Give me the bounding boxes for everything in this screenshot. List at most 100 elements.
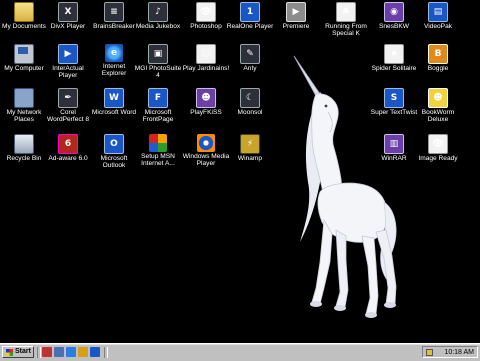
desktop-icon-videopak[interactable]: ▤ VideoPak	[414, 2, 462, 30]
desktop-icon-label: Premiere	[282, 23, 310, 30]
ie-icon: e	[105, 44, 123, 62]
adaware-icon: 6	[58, 134, 78, 154]
desktop-icon-label: Microsoft FrontPage	[142, 109, 174, 124]
bookworm-icon: ☻	[428, 88, 448, 108]
taskbar-separator	[37, 347, 41, 358]
desktop-icon-photosuite[interactable]: ▣ MGI PhotoSuite 4	[134, 44, 182, 80]
desktop-icon-label: Boggle	[427, 65, 449, 72]
desktop-icon-frontpage[interactable]: F Microsoft FrontPage	[134, 88, 182, 124]
desktop-icon-realone[interactable]: 1 RealOne Player	[226, 2, 274, 30]
desktop-icon-label: Corel WordPerfect 8	[46, 109, 90, 124]
desktop-icon-label: Recycle Bin	[6, 155, 42, 162]
folder-icon	[14, 2, 34, 22]
ie-quicklaunch-icon[interactable]	[66, 347, 76, 357]
desktop-icon-ie[interactable]: e Internet Explorer	[90, 44, 138, 78]
network-icon	[14, 88, 34, 108]
desktop-icon-label: PlayFKiSS	[190, 109, 222, 116]
desktop-icon-jardinains[interactable]: ☺ Play Jardinains!	[182, 44, 230, 72]
desktop-icon-label: Ad-aware 6.0	[48, 155, 88, 162]
desktop-icon-label: Media Jukebox	[135, 23, 181, 30]
puzzle-icon: ≡	[104, 2, 124, 22]
desktop-icon-network[interactable]: My Network Places	[0, 88, 48, 124]
imageready-icon: 👁	[428, 134, 448, 154]
desktop: My Documents X DivX Player ≡ BrainsBreaker ♪ M…	[0, 0, 480, 343]
taskbar-separator	[104, 347, 108, 358]
desktop-icon-label: Internet Explorer	[101, 63, 127, 78]
wordperfect-icon: ✒	[58, 88, 78, 108]
desktop-icon-jukebox[interactable]: ♪ Media Jukebox	[134, 2, 182, 30]
desktop-icon-boggle[interactable]: B Boggle	[414, 44, 462, 72]
tray-app-icon[interactable]	[426, 349, 433, 356]
desktop-icon-fkiss[interactable]: ☻ PlayFKiSS	[182, 88, 230, 116]
desktop-icon-label: VideoPak	[423, 23, 453, 30]
desktop-icon-label: Microsoft Word	[91, 109, 137, 116]
desktop-icon-recycle-bin[interactable]: Recycle Bin	[0, 134, 48, 162]
premiere-icon: ▶	[286, 2, 306, 22]
photoshop-icon: 👁	[196, 2, 216, 22]
divx-icon: X	[58, 2, 78, 22]
photosuite-icon: ▣	[148, 44, 168, 64]
system-tray: 10:18 AM	[422, 346, 478, 358]
desktop-icon-clover[interactable]: ♣ Running From Special K	[322, 2, 370, 38]
recycle-bin-icon	[14, 134, 34, 154]
word-icon: W	[104, 88, 124, 108]
quicklaunch-app-icon[interactable]	[42, 347, 52, 357]
desktop-icon-interactual[interactable]: ▶ InterActual Player	[44, 44, 92, 80]
desktop-icon-label: My Network Places	[6, 109, 42, 124]
desktop-icon-word[interactable]: W Microsoft Word	[90, 88, 138, 116]
desktop-icon-puzzle[interactable]: ≡ BrainsBreaker	[90, 2, 138, 30]
videopak-icon: ▤	[428, 2, 448, 22]
fkiss-icon: ☻	[196, 88, 216, 108]
desktop-icon-label: Play Jardinains!	[182, 65, 230, 72]
desktop-icon-label: Photoshop	[190, 23, 222, 30]
show-desktop-icon[interactable]	[54, 347, 64, 357]
desktop-icon-label: BookWorm Deluxe	[421, 109, 455, 124]
desktop-icon-divx[interactable]: X DivX Player	[44, 2, 92, 30]
desktop-icon-msn[interactable]: Setup MSN Internet A...	[134, 134, 182, 168]
desktop-icon-premiere[interactable]: ▶ Premiere	[272, 2, 320, 30]
media-player-icon	[197, 134, 215, 152]
interactual-icon: ▶	[58, 44, 78, 64]
desktop-icon-label: DivX Player	[50, 23, 86, 30]
frontpage-icon: F	[148, 88, 168, 108]
quicklaunch-media-icon[interactable]	[90, 347, 100, 357]
desktop-icon-label: RealOne Player	[226, 23, 274, 30]
clover-icon: ♣	[336, 2, 356, 22]
boggle-icon: B	[428, 44, 448, 64]
desktop-icon-label: Running From Special K	[325, 23, 367, 38]
desktop-icon-adaware[interactable]: 6 Ad-aware 6.0	[44, 134, 92, 162]
desktop-icon-label: MGI PhotoSuite 4	[134, 65, 182, 80]
desktop-icon-label: My Computer	[4, 65, 44, 72]
clock[interactable]: 10:18 AM	[444, 347, 474, 358]
desktop-icon-label: SnesBKW	[378, 23, 410, 30]
taskbar: Start 10:18 AM	[0, 343, 480, 361]
jukebox-icon: ♪	[148, 2, 168, 22]
msn-icon	[149, 134, 167, 152]
outlook-icon: O	[104, 134, 124, 154]
snes-icon: ◉	[384, 2, 404, 22]
realone-icon: 1	[240, 2, 260, 22]
desktop-icon-label: Image Ready	[418, 155, 458, 162]
desktop-icon-media-player[interactable]: Windows Media Player	[182, 134, 230, 168]
outlook-express-icon[interactable]	[78, 347, 88, 357]
desktop-icon-imageready[interactable]: 👁 Image Ready	[414, 134, 462, 162]
desktop-icon-label: Microsoft Outlook	[100, 155, 128, 170]
desktop-icon-computer[interactable]: My Computer	[0, 44, 48, 72]
desktop-icon-label: BrainsBreaker	[93, 23, 135, 30]
desktop-icon-label: InterActual Player	[52, 65, 84, 80]
desktop-icon-label: My Documents	[2, 23, 46, 30]
desktop-icon-bookworm[interactable]: ☻ BookWorm Deluxe	[414, 88, 462, 124]
desktop-icon-label: Setup MSN Internet A...	[141, 153, 175, 168]
start-label: Start	[15, 348, 31, 355]
unicorn-wallpaper-image	[293, 55, 397, 318]
start-button[interactable]: Start	[2, 346, 34, 358]
desktop-icon-outlook[interactable]: O Microsoft Outlook	[90, 134, 138, 170]
desktop-icon-label: Windows Media Player	[182, 153, 230, 168]
desktop-icon-photoshop[interactable]: 👁 Photoshop	[182, 2, 230, 30]
desktop-icon-snes[interactable]: ◉ SnesBKW	[370, 2, 418, 30]
windows-logo-icon	[6, 348, 13, 356]
desktop-icon-folder[interactable]: My Documents	[0, 2, 48, 30]
computer-icon	[14, 44, 34, 64]
desktop-icon-wordperfect[interactable]: ✒ Corel WordPerfect 8	[44, 88, 92, 124]
jardinains-icon: ☺	[196, 44, 216, 64]
